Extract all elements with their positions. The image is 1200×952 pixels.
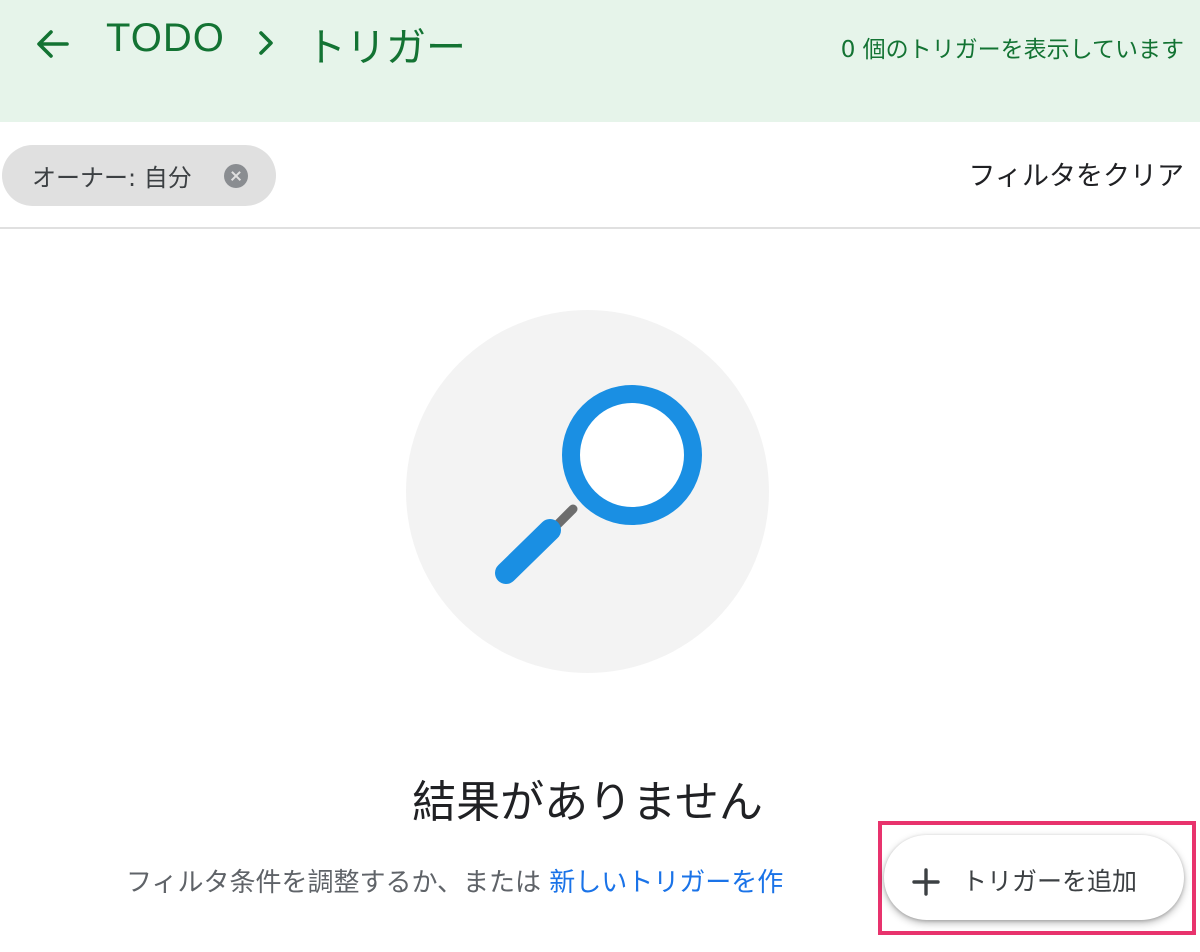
add-trigger-label: トリガーを追加 — [962, 867, 1138, 896]
page-title: トリガー — [306, 25, 466, 71]
create-trigger-link[interactable]: 新しいトリガーを作 — [549, 868, 783, 898]
filter-bar: オーナー: 自分 フィルタをクリア — [0, 122, 1200, 229]
hint-text: フィルタ条件を調整するか、または — [126, 868, 550, 898]
back-arrow-icon — [37, 30, 69, 58]
app-header: TODO トリガー 0 個のトリガーを表示しています — [0, 0, 1200, 122]
empty-state-illustration — [406, 310, 769, 673]
search-icon — [495, 385, 702, 584]
plus-icon — [912, 868, 940, 896]
add-trigger-button[interactable]: トリガーを追加 — [884, 835, 1184, 920]
owner-filter-label: オーナー: 自分 — [32, 164, 192, 192]
empty-state-hint: フィルタ条件を調整するか、または 新しいトリガーを作 — [126, 862, 783, 899]
owner-filter-chip[interactable]: オーナー: 自分 — [2, 145, 276, 206]
clear-filter-button[interactable]: フィルタをクリア — [969, 154, 1184, 193]
trigger-count: 0 個のトリガーを表示しています — [840, 37, 1184, 63]
close-icon[interactable] — [224, 164, 248, 188]
breadcrumb-root[interactable]: TODO — [106, 16, 225, 61]
back-button[interactable] — [28, 22, 76, 66]
chevron-right-icon — [259, 31, 273, 55]
